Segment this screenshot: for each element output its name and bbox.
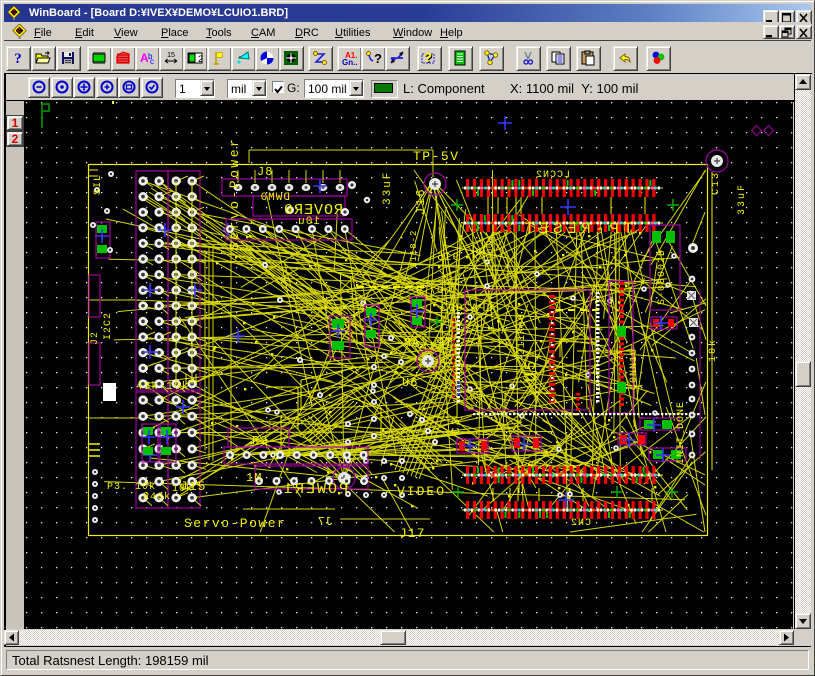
svg-text:?: ? (424, 50, 432, 65)
svg-text:J16: J16 (414, 187, 428, 215)
svg-text:c: c (150, 57, 154, 66)
svg-text:Servo-Power: Servo-Power (227, 137, 242, 250)
svg-text:SIL: SIL (93, 174, 104, 195)
svg-text:33uF: 33uF (382, 171, 394, 205)
svg-text:R40k: R40k (143, 491, 171, 503)
svg-text:2: 2 (198, 54, 203, 64)
svg-text:C3: C3 (451, 417, 463, 434)
svg-text:TP-RESET: TP-RESET (520, 220, 633, 238)
svg-text:INIT_DONE: INIT_DONE (676, 401, 687, 464)
svg-text:U5: U5 (522, 359, 540, 382)
svg-text:?: ? (374, 51, 382, 66)
svg-text:Gn..: Gn.. (342, 58, 358, 66)
svg-text:33uF: 33uF (737, 183, 748, 215)
svg-text:10k: 10k (707, 338, 719, 362)
svg-text:1M: 1M (246, 471, 262, 485)
svg-text:VIDEO: VIDEO (397, 484, 446, 499)
svg-text:Servo-Power: Servo-Power (184, 516, 286, 531)
svg-text:C0NN16: C0NN16 (629, 348, 640, 390)
svg-text:S-08002D: S-08002D (657, 249, 668, 305)
svg-text:C13: C13 (711, 171, 722, 195)
svg-text:10k: 10k (172, 483, 193, 495)
svg-text:POWER1: POWER1 (282, 481, 348, 498)
svg-text:J7: J7 (317, 515, 333, 529)
svg-text:J17: J17 (399, 526, 425, 541)
svg-text:DWM0: DWM0 (260, 192, 290, 204)
svg-text:15: 15 (167, 52, 175, 59)
svg-text:1118-2: 1118-2 (409, 230, 419, 268)
svg-text:43k 10k: 43k 10k (136, 381, 189, 393)
svg-text:TP-5V: TP-5V (413, 149, 460, 164)
svg-text:916: 916 (436, 252, 459, 264)
svg-text:U6: U6 (402, 376, 418, 390)
svg-text:I2C2: I2C2 (103, 312, 114, 340)
svg-text:uPA2003: uPA2003 (440, 303, 493, 315)
svg-text:CN2: CN2 (570, 518, 591, 529)
svg-text:211Ke0: 211Ke0 (517, 313, 528, 355)
svg-text:LCCN2: LCCN2 (535, 170, 570, 181)
svg-text:J8: J8 (257, 165, 273, 179)
svg-text:J2: J2 (90, 331, 101, 345)
svg-text:TP-CAM: TP-CAM (403, 336, 452, 350)
svg-text:R2: R2 (252, 434, 268, 448)
svg-text:?: ? (14, 51, 22, 66)
svg-text:10u: 10u (297, 216, 320, 228)
svg-text:3000u: 3000u (486, 237, 495, 264)
